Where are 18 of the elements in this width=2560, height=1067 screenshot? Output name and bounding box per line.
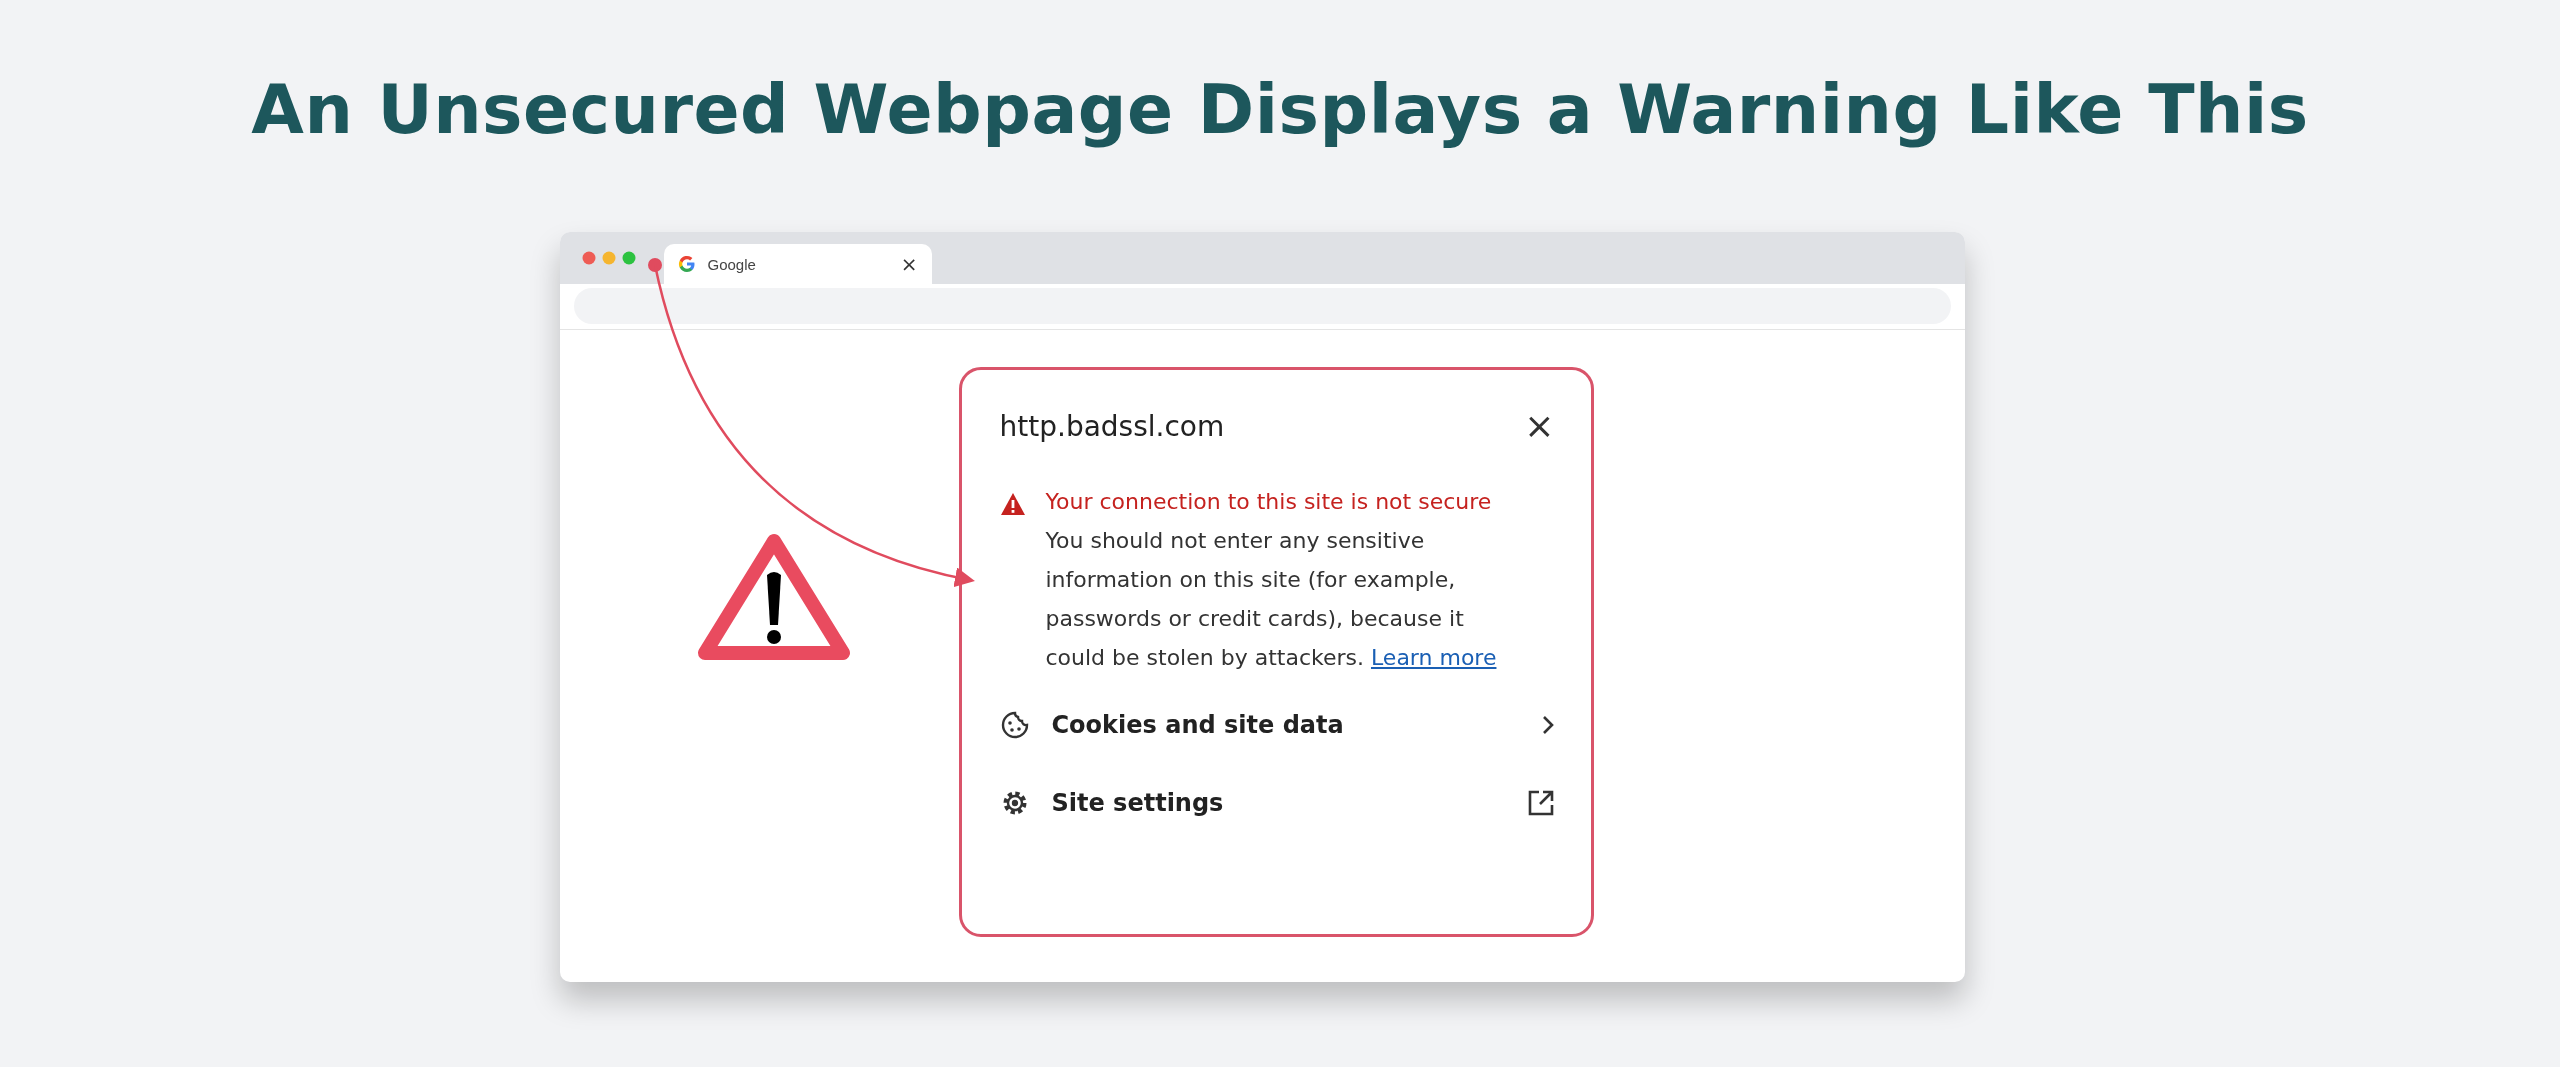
- close-button[interactable]: ×: [1524, 408, 1555, 444]
- menu-item[interactable]: Cookies and site data: [999, 695, 1555, 755]
- chevron-right-icon: [1540, 714, 1555, 736]
- learn-more-link[interactable]: Learn more: [1371, 645, 1497, 670]
- warning-sign-icon: [696, 531, 851, 661]
- window-controls-icon[interactable]: [581, 251, 636, 265]
- cookie-icon: [999, 710, 1030, 740]
- menu-item[interactable]: Site settings: [999, 773, 1555, 833]
- external-link-icon: [1526, 789, 1555, 817]
- close-tab-button[interactable]: ×: [900, 254, 918, 274]
- warning-title: Your connection to this site is not secure: [1045, 488, 1493, 516]
- g-logo-icon: [677, 255, 696, 273]
- warning-message: You should not enter any sensitive information on this site (for example, passwords or credit cards), because it could be stolen by attackers. Learn more: [1045, 527, 1498, 672]
- warning-icon: [999, 492, 1026, 516]
- browser-tab[interactable]: Google ×: [663, 244, 932, 284]
- tab-title: Google: [707, 255, 757, 273]
- site-address: http.badssl.com: [999, 409, 1225, 443]
- page-heading: An Unsecured Webpage Displays a Warning Like This: [251, 69, 2309, 151]
